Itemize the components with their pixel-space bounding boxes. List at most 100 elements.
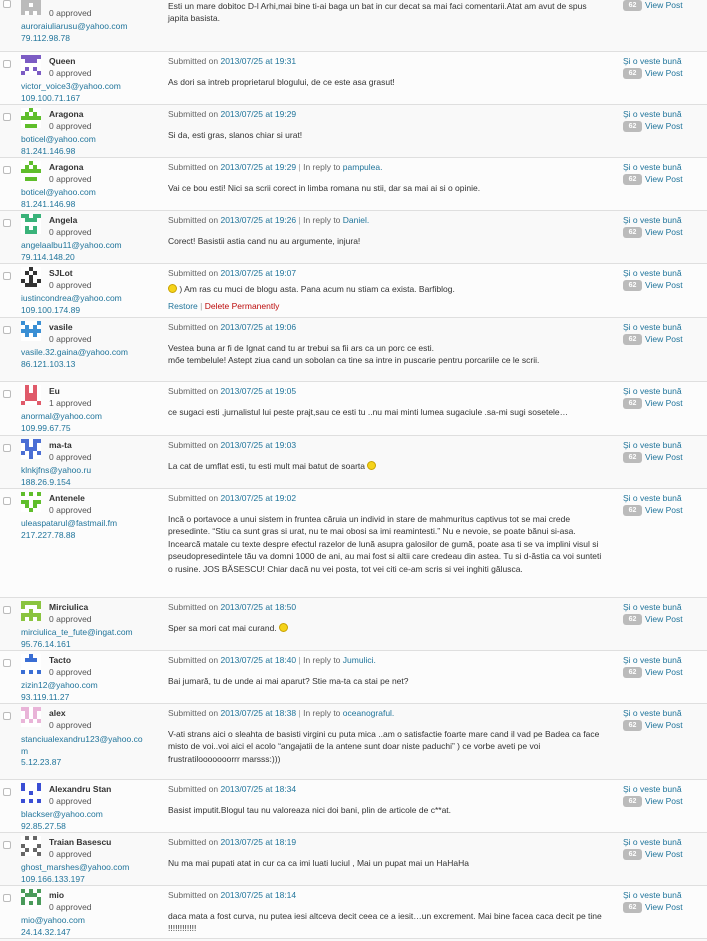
comment-count-badge[interactable]: 62 <box>623 121 642 132</box>
author-email[interactable]: uleaspatarul@fastmail.fm <box>21 518 117 528</box>
comment-checkbox[interactable] <box>3 788 11 796</box>
view-post-link[interactable]: View Post <box>645 0 683 10</box>
comment-checkbox[interactable] <box>3 0 11 8</box>
view-post-link[interactable]: View Post <box>645 121 683 131</box>
delete-permanently-link[interactable]: Delete Permanently <box>205 301 280 311</box>
view-post-link[interactable]: View Post <box>645 452 683 462</box>
post-title-link[interactable]: Și o veste bună <box>623 215 682 225</box>
view-post-link[interactable]: View Post <box>645 398 683 408</box>
author-email[interactable]: boticel@yahoo.com <box>21 134 96 144</box>
comment-date-link[interactable]: 2013/07/25 at 19:02 <box>220 493 296 503</box>
comment-checkbox[interactable] <box>3 60 11 68</box>
post-title-link[interactable]: Și o veste bună <box>623 890 682 900</box>
comment-checkbox[interactable] <box>3 712 11 720</box>
comment-checkbox[interactable] <box>3 113 11 121</box>
post-title-link[interactable]: Și o veste bună <box>623 322 682 332</box>
comment-count-badge[interactable]: 62 <box>623 227 642 238</box>
comment-date-link[interactable]: 2013/07/25 at 19:26 <box>220 215 296 225</box>
post-title-link[interactable]: Și o veste bună <box>623 440 682 450</box>
author-email[interactable]: mio@yahoo.com <box>21 915 85 925</box>
author-email[interactable]: anormal@yahoo.com <box>21 411 102 421</box>
author-ip[interactable]: 109.99.67.75 <box>21 423 71 433</box>
comment-checkbox[interactable] <box>3 606 11 614</box>
author-ip[interactable]: 81.241.146.98 <box>21 146 75 156</box>
comment-date-link[interactable]: 2013/07/25 at 18:40 <box>220 655 296 665</box>
comment-checkbox[interactable] <box>3 326 11 334</box>
comment-checkbox[interactable] <box>3 894 11 902</box>
comment-checkbox[interactable] <box>3 219 11 227</box>
comment-count-badge[interactable]: 62 <box>623 614 642 625</box>
post-title-link[interactable]: Și o veste bună <box>623 162 682 172</box>
comment-checkbox[interactable] <box>3 272 11 280</box>
comment-count-badge[interactable]: 62 <box>623 849 642 860</box>
author-email[interactable]: klnkjfns@yahoo.ru <box>21 465 91 475</box>
post-title-link[interactable]: Și o veste bună <box>623 109 682 119</box>
comment-count-badge[interactable]: 62 <box>623 334 642 345</box>
post-title-link[interactable]: Și o veste bună <box>623 386 682 396</box>
comment-count-badge[interactable]: 62 <box>623 398 642 409</box>
comment-count-badge[interactable]: 62 <box>623 902 642 913</box>
comment-checkbox[interactable] <box>3 390 11 398</box>
view-post-link[interactable]: View Post <box>645 68 683 78</box>
author-ip[interactable]: 188.26.9.154 <box>21 477 71 487</box>
comment-date-link[interactable]: 2013/07/25 at 18:14 <box>220 890 296 900</box>
reply-to-link[interactable]: pampulea. <box>343 162 383 172</box>
author-email[interactable]: vasile.32.gaina@yahoo.com <box>21 347 128 357</box>
comment-date-link[interactable]: 2013/07/25 at 19:07 <box>220 268 296 278</box>
comment-date-link[interactable]: 2013/07/25 at 18:50 <box>220 602 296 612</box>
author-email[interactable]: mirciulica_te_fute@ingat.com <box>21 627 133 637</box>
author-ip[interactable]: 109.100.71.167 <box>21 93 80 103</box>
comment-date-link[interactable]: 2013/07/25 at 18:34 <box>220 784 296 794</box>
author-ip[interactable]: 217.227.78.88 <box>21 530 75 540</box>
author-email[interactable]: boticel@yahoo.com <box>21 187 96 197</box>
author-email[interactable]: angelaalbu11@yahoo.com <box>21 240 122 250</box>
view-post-link[interactable]: View Post <box>645 667 683 677</box>
post-title-link[interactable]: Și o veste bună <box>623 837 682 847</box>
post-title-link[interactable]: Și o veste bună <box>623 602 682 612</box>
comment-count-badge[interactable]: 62 <box>623 68 642 79</box>
reply-to-link[interactable]: Jumulici. <box>343 655 376 665</box>
author-ip[interactable]: 5.12.23.87 <box>21 757 61 767</box>
reply-to-link[interactable]: Daniel. <box>343 215 369 225</box>
comment-checkbox[interactable] <box>3 497 11 505</box>
comment-count-badge[interactable]: 62 <box>623 505 642 516</box>
author-ip[interactable]: 79.112.98.78 <box>21 33 70 43</box>
comment-date-link[interactable]: 2013/07/25 at 19:29 <box>220 162 296 172</box>
comment-date-link[interactable]: 2013/07/25 at 19:05 <box>220 386 296 396</box>
comment-count-badge[interactable]: 62 <box>623 720 642 731</box>
comment-count-badge[interactable]: 62 <box>623 796 642 807</box>
reply-to-link[interactable]: oceanograful. <box>343 708 395 718</box>
author-email[interactable]: stanciualexandru123@yahoo.com <box>21 733 143 757</box>
restore-link[interactable]: Restore <box>168 301 198 311</box>
post-title-link[interactable]: Și o veste bună <box>623 708 682 718</box>
comment-checkbox[interactable] <box>3 166 11 174</box>
comment-date-link[interactable]: 2013/07/25 at 19:29 <box>220 109 296 119</box>
author-email[interactable]: auroraiuliarusu@yahoo.com <box>21 21 127 31</box>
author-email[interactable]: ghost_marshes@yahoo.com <box>21 862 129 872</box>
comment-checkbox[interactable] <box>3 659 11 667</box>
post-title-link[interactable]: Și o veste bună <box>623 268 682 278</box>
view-post-link[interactable]: View Post <box>645 796 683 806</box>
comment-date-link[interactable]: 2013/07/25 at 18:19 <box>220 837 296 847</box>
view-post-link[interactable]: View Post <box>645 280 683 290</box>
author-email[interactable]: blackser@yahoo.com <box>21 809 103 819</box>
comment-count-badge[interactable]: 62 <box>623 452 642 463</box>
post-title-link[interactable]: Și o veste bună <box>623 493 682 503</box>
author-ip[interactable]: 81.241.146.98 <box>21 199 75 209</box>
author-ip[interactable]: 86.121.103.13 <box>21 359 75 369</box>
author-ip[interactable]: 92.85.27.58 <box>21 821 66 831</box>
view-post-link[interactable]: View Post <box>645 174 683 184</box>
comment-date-link[interactable]: 2013/07/25 at 19:31 <box>220 56 296 66</box>
view-post-link[interactable]: View Post <box>645 505 683 515</box>
comment-count-badge[interactable]: 62 <box>623 280 642 291</box>
comment-date-link[interactable]: 2013/07/25 at 18:38 <box>220 708 296 718</box>
view-post-link[interactable]: View Post <box>645 720 683 730</box>
view-post-link[interactable]: View Post <box>645 334 683 344</box>
comment-date-link[interactable]: 2013/07/25 at 19:06 <box>220 322 296 332</box>
author-ip[interactable]: 79.114.148.20 <box>21 252 75 262</box>
view-post-link[interactable]: View Post <box>645 902 683 912</box>
author-email[interactable]: iustincondrea@yahoo.com <box>21 293 122 303</box>
author-email[interactable]: victor_voice3@yahoo.com <box>21 81 121 91</box>
comment-checkbox[interactable] <box>3 444 11 452</box>
author-ip[interactable]: 24.14.32.147 <box>21 927 71 937</box>
